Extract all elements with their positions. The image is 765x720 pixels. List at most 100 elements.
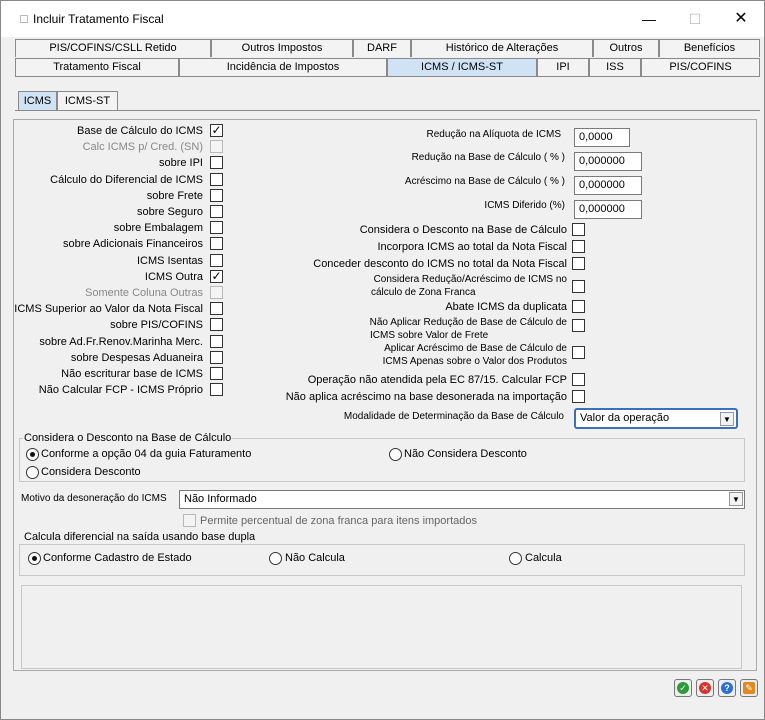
- left-option-label: Cálculo do Diferencial de ICMS: [50, 174, 203, 186]
- radio-conforme-cadastro-estado-label: Conforme Cadastro de Estado: [43, 552, 192, 564]
- left-option-checkbox[interactable]: [210, 302, 223, 315]
- reducao-aliquota-label: Redução na Alíquota de ICMS: [426, 129, 561, 140]
- tab-historico-alteracoes[interactable]: Histórico de Alterações: [411, 39, 593, 57]
- considera-desconto-label: Considera o Desconto na Base de Cálculo: [359, 224, 567, 236]
- left-option-label: Não escriturar base de ICMS: [61, 368, 203, 380]
- tab-outros-impostos[interactable]: Outros Impostos: [211, 39, 353, 57]
- ok-icon: ✓: [677, 682, 689, 694]
- left-option-checkbox[interactable]: [210, 156, 223, 169]
- tab-darf[interactable]: DARF: [353, 39, 411, 57]
- radio-nao-calcula-label: Não Calcula: [285, 552, 345, 564]
- left-option-label: sobre Frete: [146, 190, 203, 202]
- motivo-desoneracao-value: Não Informado: [184, 493, 257, 505]
- operacao-ec87-checkbox[interactable]: [572, 373, 585, 386]
- reducao-zona-franca-label1: Considera Redução/Acréscimo de ICMS no: [373, 274, 567, 285]
- radio-conforme-cadastro-estado[interactable]: [28, 552, 41, 565]
- title-bar: Incluir Tratamento Fiscal — ☐ ✕: [1, 1, 764, 37]
- nao-aplicar-reducao-label1: Não Aplicar Redução de Base de Cálculo d…: [369, 317, 567, 328]
- radio-considera-desconto[interactable]: [26, 466, 39, 479]
- nao-aplica-acrescimo-checkbox[interactable]: [572, 390, 585, 403]
- considera-desconto-checkbox[interactable]: [572, 223, 585, 236]
- maximize-button[interactable]: ☐: [672, 1, 718, 37]
- tool-button[interactable]: ✎: [740, 679, 758, 697]
- help-icon: ?: [721, 682, 733, 694]
- left-option-checkbox[interactable]: [210, 254, 223, 267]
- tab-pis-cofins-csll-retido[interactable]: PIS/COFINS/CSLL Retido: [15, 39, 211, 57]
- abate-icms-checkbox[interactable]: [572, 300, 585, 313]
- ok-button[interactable]: ✓: [674, 679, 692, 697]
- subtab-icms[interactable]: ICMS: [18, 91, 57, 110]
- tab-divider: [15, 76, 760, 77]
- nao-aplicar-reducao-checkbox[interactable]: [572, 319, 585, 332]
- radio-calcula[interactable]: [509, 552, 522, 565]
- dialog-window: Incluir Tratamento Fiscal — ☐ ✕ PIS/COFI…: [0, 0, 765, 720]
- radio-nao-considera-desconto[interactable]: [389, 448, 402, 461]
- chevron-down-icon[interactable]: ▼: [720, 412, 734, 426]
- nao-aplica-acrescimo-label: Não aplica acréscimo na base desonerada …: [285, 391, 567, 403]
- left-option-checkbox[interactable]: [210, 140, 223, 153]
- incorpora-icms-checkbox[interactable]: [572, 240, 585, 253]
- icms-diferido-input[interactable]: 0,000000: [574, 200, 642, 219]
- minimize-button[interactable]: —: [626, 1, 672, 37]
- tab-icms-icms-st[interactable]: ICMS / ICMS-ST: [387, 58, 537, 76]
- radio-considera-desconto-label: Considera Desconto: [41, 466, 141, 478]
- radio-conforme-opcao-04[interactable]: [26, 448, 39, 461]
- tab-beneficios[interactable]: Benefícios: [659, 39, 760, 57]
- left-option-label: Calc ICMS p/ Cred. (SN): [82, 141, 203, 153]
- tab-ipi[interactable]: IPI: [537, 58, 589, 76]
- reducao-aliquota-input[interactable]: 0,0000: [574, 128, 630, 147]
- left-option-checkbox[interactable]: [210, 173, 223, 186]
- motivo-desoneracao-label: Motivo da desoneração do ICMS: [21, 493, 167, 504]
- tab-iss[interactable]: ISS: [589, 58, 641, 76]
- help-button[interactable]: ?: [718, 679, 736, 697]
- left-option-checkbox[interactable]: [210, 205, 223, 218]
- left-option-label: sobre Despesas Aduaneira: [70, 352, 203, 364]
- left-option-label: Somente Coluna Outras: [84, 287, 203, 299]
- left-option-checkbox[interactable]: [210, 383, 223, 396]
- modalidade-value: Valor da operação: [580, 412, 670, 424]
- left-option-checkbox[interactable]: [210, 351, 223, 364]
- cancel-button[interactable]: ✕: [696, 679, 714, 697]
- diferencial-group-title: Calcula diferencial na saída usando base…: [23, 531, 257, 543]
- left-option-checkbox[interactable]: [210, 286, 223, 299]
- subtab-icms-st[interactable]: ICMS-ST: [57, 91, 118, 110]
- tab-incidencia-impostos[interactable]: Incidência de Impostos: [179, 58, 387, 76]
- left-option-label: ICMS Isentas: [136, 255, 203, 267]
- tab-tratamento-fiscal[interactable]: Tratamento Fiscal: [15, 58, 179, 76]
- aplicar-acrescimo-label1: Aplicar Acréscimo de Base de Cálculo de: [384, 343, 567, 354]
- acrescimo-base-input[interactable]: 0,000000: [574, 176, 642, 195]
- radio-nao-calcula[interactable]: [269, 552, 282, 565]
- icms-diferido-label: ICMS Diferido (%): [484, 200, 565, 211]
- left-option-checkbox[interactable]: [210, 318, 223, 331]
- left-option-checkbox[interactable]: [210, 335, 223, 348]
- notes-area: [21, 585, 742, 669]
- chevron-down-icon[interactable]: ▼: [729, 492, 743, 506]
- conceder-desconto-checkbox[interactable]: [572, 257, 585, 270]
- left-option-label: Não Calcular FCP - ICMS Próprio: [38, 384, 203, 396]
- left-option-label: sobre Ad.Fr.Renov.Marinha Merc.: [39, 336, 203, 348]
- reducao-base-label: Redução na Base de Cálculo ( % ): [411, 152, 565, 163]
- left-option-checkbox[interactable]: [210, 221, 223, 234]
- reducao-base-input[interactable]: 0,000000: [574, 152, 642, 171]
- modalidade-select[interactable]: Valor da operação ▼: [574, 408, 738, 429]
- radio-nao-considera-desconto-label: Não Considera Desconto: [404, 448, 527, 460]
- motivo-desoneracao-select[interactable]: Não Informado ▼: [179, 490, 745, 509]
- zona-franca-importados-label: Permite percentual de zona franca para i…: [200, 515, 477, 527]
- tab-pis-cofins[interactable]: PIS/COFINS: [641, 58, 760, 76]
- left-option-checkbox[interactable]: [210, 237, 223, 250]
- close-button[interactable]: ✕: [718, 1, 764, 37]
- left-option-checkbox[interactable]: [210, 189, 223, 202]
- reducao-zona-franca-checkbox[interactable]: [572, 280, 585, 293]
- left-option-label: Base de Cálculo do ICMS: [77, 125, 203, 137]
- incorpora-icms-label: Incorpora ICMS ao total da Nota Fiscal: [377, 241, 567, 253]
- radio-conforme-opcao-04-label: Conforme a opção 04 da guia Faturamento: [41, 448, 252, 460]
- left-option-checkbox[interactable]: [210, 367, 223, 380]
- left-option-checkbox[interactable]: ✓: [210, 270, 223, 283]
- left-option-checkbox[interactable]: ✓: [210, 124, 223, 137]
- window-icon: [20, 15, 28, 23]
- aplicar-acrescimo-checkbox[interactable]: [572, 346, 585, 359]
- radio-calcula-label: Calcula: [525, 552, 562, 564]
- left-option-label: ICMS Outra: [144, 271, 203, 283]
- tab-outros[interactable]: Outros: [593, 39, 659, 57]
- zona-franca-importados-checkbox[interactable]: [183, 514, 196, 527]
